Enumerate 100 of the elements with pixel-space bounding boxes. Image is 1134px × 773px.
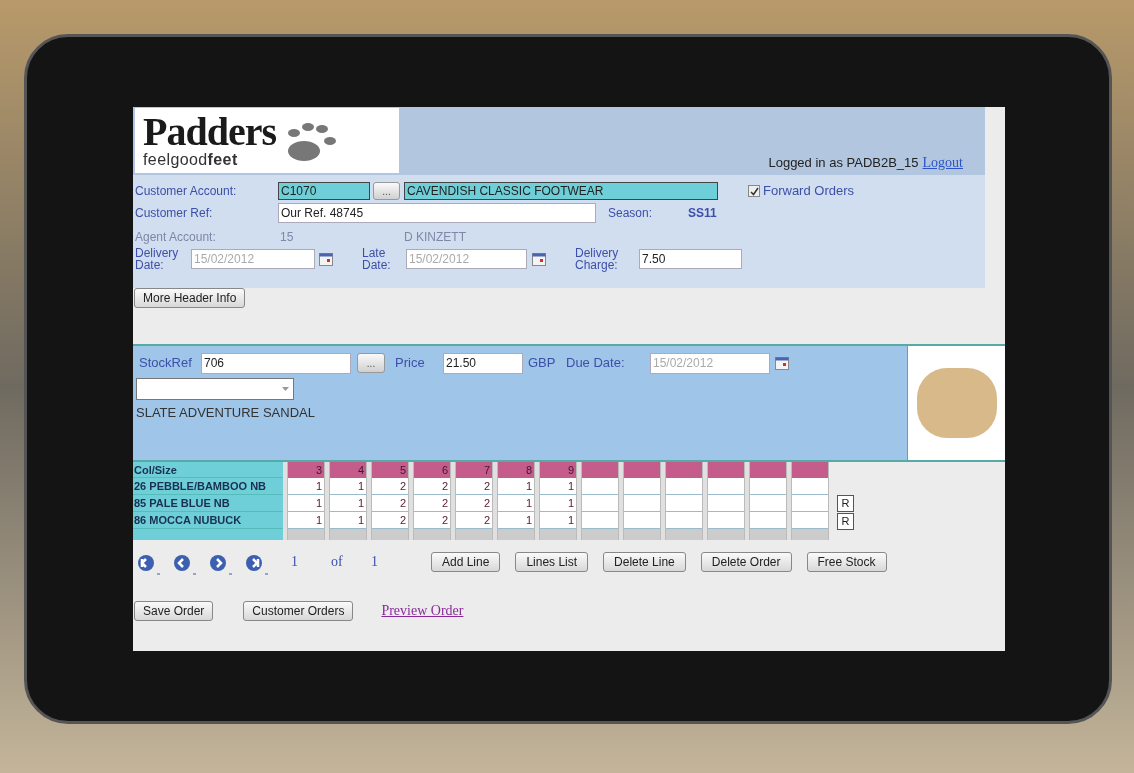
quantity-cell: 2: [414, 478, 450, 495]
size-header: 3: [288, 462, 324, 478]
action-button[interactable]: Free Stock: [806, 552, 887, 572]
field-label: Price: [395, 354, 426, 373]
input-field[interactable]: [582, 478, 618, 495]
lookup-button[interactable]: ...: [357, 353, 385, 373]
logout-link[interactable]: Logout: [922, 152, 963, 173]
size-header: 4: [330, 462, 366, 478]
field-label: Agent Account:: [135, 229, 217, 246]
logo-tagline: feelgoodfeet: [143, 150, 239, 169]
quantity-cell: 1: [330, 495, 366, 512]
size-header: 8: [498, 462, 534, 478]
header-cell: [708, 462, 744, 478]
input-field[interactable]: [582, 495, 618, 512]
field-label: StockRef: [139, 354, 193, 373]
reset-button[interactable]: R: [837, 495, 854, 512]
field-label: Delivery Charge:: [575, 247, 620, 271]
field-label: Due Date:: [566, 354, 626, 373]
account-name-field[interactable]: CAVENDISH CLASSIC FOOTWEAR: [404, 182, 718, 200]
reset-button[interactable]: R: [837, 513, 854, 530]
checkbox[interactable]: [748, 185, 760, 197]
header-cell: [624, 462, 660, 478]
quantity-cell: 2: [372, 495, 408, 512]
input-field[interactable]: [708, 478, 744, 495]
product-description: SLATE ADVENTURE SANDAL: [136, 404, 316, 422]
quantity-cell: 1: [330, 512, 366, 529]
page-number: 1: [291, 552, 299, 571]
caret-icon: [282, 387, 289, 391]
stockref-field[interactable]: 706: [201, 352, 351, 374]
season-value: SS11: [688, 205, 717, 222]
account-code-field[interactable]: C1070: [278, 182, 370, 200]
action-button[interactable]: Lines List: [515, 552, 589, 572]
input-field[interactable]: [792, 495, 828, 512]
quantity-cell: 2: [456, 495, 492, 512]
size-header: 9: [540, 462, 576, 478]
page-total: 1: [371, 552, 379, 571]
input-field[interactable]: [666, 512, 702, 529]
input-field[interactable]: [792, 478, 828, 495]
quantity-cell: 1: [540, 495, 576, 512]
input-field[interactable]: [582, 512, 618, 529]
field-label: Delivery Date:: [135, 247, 180, 271]
logo-wordmark: Padders: [143, 112, 276, 151]
calendar-icon[interactable]: [775, 356, 789, 370]
action-button[interactable]: Save Order: [134, 600, 214, 621]
action-button[interactable]: Customer Orders: [243, 600, 354, 621]
quantity-cell: 2: [414, 512, 450, 529]
quantity-cell: 1: [288, 478, 324, 495]
quantity-cell: 1: [540, 478, 576, 495]
currency-label: GBP: [528, 354, 557, 373]
header-cell: [582, 462, 618, 478]
input-field[interactable]: [708, 495, 744, 512]
input-field[interactable]: [750, 495, 786, 512]
action-button[interactable]: Delete Order: [700, 552, 792, 572]
input-field[interactable]: [624, 495, 660, 512]
action-button[interactable]: Delete Line: [603, 552, 686, 572]
input-field[interactable]: [708, 512, 744, 529]
login-status: Logged in as PADB2B_15: [768, 154, 919, 172]
input-field[interactable]: [750, 478, 786, 495]
input-field[interactable]: [666, 495, 702, 512]
action-button[interactable]: Add Line: [431, 552, 501, 572]
field-label: Late Date:: [362, 247, 392, 271]
quantity-cell: 2: [372, 478, 408, 495]
quantity-cell: 1: [288, 495, 324, 512]
input-field[interactable]: [666, 478, 702, 495]
quantity-cell: 2: [414, 495, 450, 512]
quantity-cell: 2: [372, 512, 408, 529]
header-cell: [666, 462, 702, 478]
input-field[interactable]: [624, 478, 660, 495]
agent-code: 15: [280, 229, 295, 246]
column-header: Col/Size: [133, 462, 283, 478]
calendar-icon[interactable]: [532, 252, 546, 266]
field-label: Customer Ref:: [135, 205, 214, 222]
preview-order-link[interactable]: Preview Order: [381, 600, 464, 621]
size-header: 5: [372, 462, 408, 478]
quantity-cell: 1: [330, 478, 366, 495]
quantity-cell: 1: [540, 512, 576, 529]
quantity-cell: 1: [498, 495, 534, 512]
header-cell: [792, 462, 828, 478]
quantity-cell: 2: [456, 478, 492, 495]
input-field[interactable]: [792, 512, 828, 529]
customer-ref-field[interactable]: Our Ref. 48745: [278, 203, 596, 223]
field-label: Season:: [608, 205, 654, 222]
header-cell: [750, 462, 786, 478]
size-header: 7: [456, 462, 492, 478]
calendar-icon[interactable]: [319, 252, 333, 266]
quantity-cell: 1: [288, 512, 324, 529]
field-label: Customer Account:: [135, 183, 238, 200]
price-field[interactable]: 21.50: [443, 352, 523, 374]
input-field[interactable]: [750, 512, 786, 529]
quantity-cell: 2: [456, 512, 492, 529]
checkbox-label: Forward Orders: [763, 182, 855, 201]
delivery-charge-field[interactable]: 7.50: [639, 249, 742, 269]
more-header-button[interactable]: More Header Info: [134, 288, 246, 308]
input-field[interactable]: [624, 512, 660, 529]
lookup-button[interactable]: ...: [373, 182, 400, 200]
page-of: of: [331, 552, 344, 571]
agent-name: D KINZETT: [404, 229, 466, 246]
quantity-cell: 1: [498, 478, 534, 495]
quantity-cell: 1: [498, 512, 534, 529]
dropdown[interactable]: [136, 378, 294, 400]
